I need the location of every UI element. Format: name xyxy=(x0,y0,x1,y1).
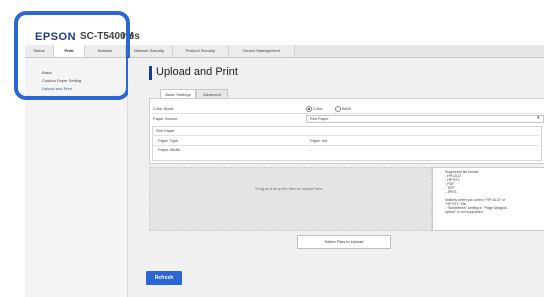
paper-type-label: Paper Type xyxy=(158,138,179,143)
color-option-label: Color xyxy=(313,106,323,111)
paper-width-value: - xyxy=(310,147,312,152)
tab-network-security[interactable]: Network Security xyxy=(126,45,173,57)
roll-paper-panel xyxy=(152,126,542,161)
tab-product-security[interactable]: Product Security xyxy=(173,45,229,57)
row-divider xyxy=(153,135,539,136)
highlight-callout xyxy=(14,11,130,100)
paper-width-label: Paper Width xyxy=(158,147,181,152)
bw-option-label: B&W xyxy=(342,106,352,111)
color-mode-label: Color Mode xyxy=(153,106,174,111)
select-files-button[interactable]: Select Files to Upload xyxy=(297,235,391,249)
drop-zone-text: Drag and drop the files to upload here. xyxy=(255,186,324,191)
paper-source-value: Roll Paper xyxy=(310,116,329,121)
paper-type-value: Paper not xyxy=(310,138,328,143)
title-accent-bar xyxy=(149,66,152,80)
bw-radio[interactable] xyxy=(335,106,341,112)
info-line: option" is not supported. xyxy=(445,210,484,214)
tab-device-management[interactable]: Device Management xyxy=(229,45,295,57)
page-title: Upload and Print xyxy=(156,66,238,78)
color-radio[interactable] xyxy=(306,106,312,112)
file-drop-zone[interactable] xyxy=(149,167,432,231)
chevron-down-icon: ▾ xyxy=(537,115,540,121)
roll-paper-heading: Roll Paper xyxy=(156,128,175,133)
refresh-button[interactable]: Refresh xyxy=(146,271,182,285)
row-divider xyxy=(153,145,539,146)
row-divider xyxy=(151,113,542,114)
info-line: - JPEG xyxy=(445,190,457,194)
paper-source-select[interactable] xyxy=(306,115,544,123)
paper-source-label: Paper Source xyxy=(153,116,178,121)
